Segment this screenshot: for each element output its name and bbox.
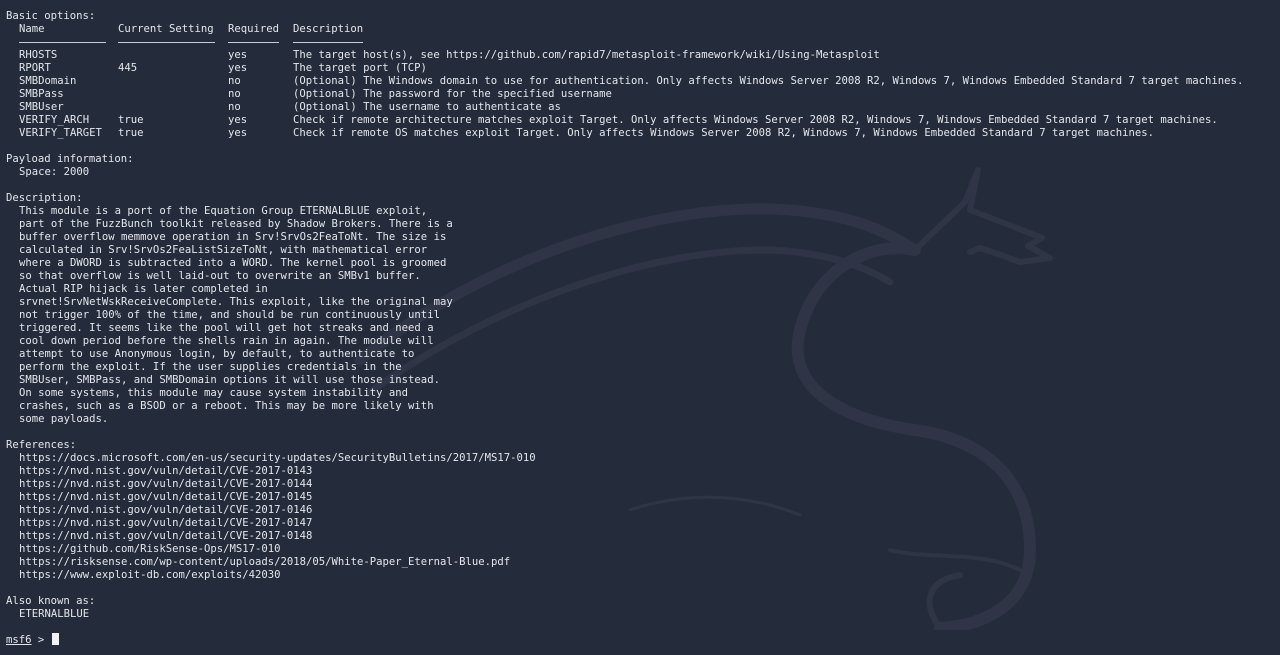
payload-heading: Payload information:	[6, 153, 134, 165]
description-line: attempt to use Anonymous login, by defau…	[19, 348, 415, 360]
option-row-name: SMBDomain	[19, 75, 77, 87]
reference-link[interactable]: https://github.com/RiskSense-Ops/MS17-01…	[19, 543, 281, 556]
column-underline-current-setting	[118, 42, 215, 43]
alias-item: ETERNALBLUE	[19, 608, 90, 620]
reference-link[interactable]: https://nvd.nist.gov/vuln/detail/CVE-201…	[19, 491, 312, 504]
option-row-setting: true	[118, 114, 144, 126]
description-line: some payloads.	[19, 413, 109, 425]
column-underline-name	[19, 42, 106, 43]
payload-space: Space: 2000	[19, 166, 90, 178]
option-row-required: yes	[228, 114, 248, 126]
terminal-window[interactable]: Basic options: Name Current Setting Requ…	[0, 0, 1280, 655]
option-row-description: Check if remote architecture matches exp…	[293, 114, 1218, 126]
basic-options-heading: Basic options:	[6, 10, 96, 22]
description-heading: Description:	[6, 192, 83, 204]
prompt-name: msf6	[6, 634, 32, 646]
option-row-description: (Optional) The username to authenticate …	[293, 101, 561, 113]
description-line: triggered. It seems like the pool will g…	[19, 322, 434, 334]
column-header-name: Name	[19, 23, 45, 35]
reference-link[interactable]: https://risksense.com/wp-content/uploads…	[19, 556, 510, 569]
reference-link[interactable]: https://www.exploit-db.com/exploits/4203…	[19, 569, 281, 582]
option-row-description: Check if remote OS matches exploit Targe…	[293, 127, 1155, 139]
column-header-required: Required	[228, 23, 280, 35]
option-row-name: SMBPass	[19, 88, 64, 100]
option-row-name: VERIFY_TARGET	[19, 127, 102, 139]
option-row-required: no	[228, 75, 241, 87]
description-line: SMBUser, SMBPass, and SMBDomain options …	[19, 374, 440, 386]
command-prompt[interactable]: msf6 >	[6, 634, 44, 647]
column-header-description: Description	[293, 23, 364, 35]
option-row-name: VERIFY_ARCH	[19, 114, 90, 126]
description-line: crashes, such as a BSOD or a reboot. Thi…	[19, 400, 434, 412]
column-header-current-setting: Current Setting	[118, 23, 214, 35]
column-underline-description	[293, 42, 363, 43]
reference-link[interactable]: https://nvd.nist.gov/vuln/detail/CVE-201…	[19, 530, 312, 543]
description-line: Actual RIP hijack is later completed in	[19, 283, 268, 295]
description-line: so that overflow is well laid-out to ove…	[19, 270, 421, 282]
option-row-required: no	[228, 88, 241, 100]
option-row-required: yes	[228, 62, 248, 74]
option-row-description: (Optional) The password for the specifie…	[293, 88, 612, 100]
description-line: buffer overflow memmove operation in Srv…	[19, 231, 447, 243]
column-underline-required	[228, 42, 279, 43]
description-line: part of the FuzzBunch toolkit released b…	[19, 218, 453, 230]
option-row-name: SMBUser	[19, 101, 64, 113]
reference-link[interactable]: https://nvd.nist.gov/vuln/detail/CVE-201…	[19, 517, 312, 530]
description-line: On some systems, this module may cause s…	[19, 387, 409, 399]
description-line: srvnet!SrvNetWskReceiveComplete. This ex…	[19, 296, 453, 308]
option-row-setting: true	[118, 127, 144, 139]
reference-link[interactable]: https://nvd.nist.gov/vuln/detail/CVE-201…	[19, 504, 312, 517]
description-line: calculated in Srv!SrvOs2FeaListSizeToNt,…	[19, 244, 428, 256]
description-line: where a DWORD is subtracted into a WORD.…	[19, 257, 447, 269]
option-row-name: RPORT	[19, 62, 51, 74]
description-line: not trigger 100% of the time, and should…	[19, 309, 440, 321]
kali-dragon-icon	[354, 167, 1053, 630]
option-row-description: The target port (TCP)	[293, 62, 427, 74]
reference-link[interactable]: https://nvd.nist.gov/vuln/detail/CVE-201…	[19, 478, 312, 491]
reference-link[interactable]: https://nvd.nist.gov/vuln/detail/CVE-201…	[19, 465, 312, 478]
prompt-symbol: >	[31, 634, 45, 646]
text-cursor[interactable]	[52, 633, 59, 645]
option-row-description: The target host(s), see https://github.c…	[293, 49, 880, 61]
option-row-setting: 445	[118, 62, 138, 74]
description-line: perform the exploit. If the user supplie…	[19, 361, 402, 373]
description-line: cool down period before the shells rain …	[19, 335, 434, 347]
option-row-required: yes	[228, 127, 248, 139]
option-row-required: no	[228, 101, 241, 113]
option-row-name: RHOSTS	[19, 49, 58, 61]
description-line: This module is a port of the Equation Gr…	[19, 205, 428, 217]
references-heading: References:	[6, 439, 77, 451]
reference-link[interactable]: https://docs.microsoft.com/en-us/securit…	[19, 452, 536, 465]
option-row-required: yes	[228, 49, 248, 61]
option-row-description: (Optional) The Windows domain to use for…	[293, 75, 1244, 87]
also-known-as-heading: Also known as:	[6, 595, 96, 607]
